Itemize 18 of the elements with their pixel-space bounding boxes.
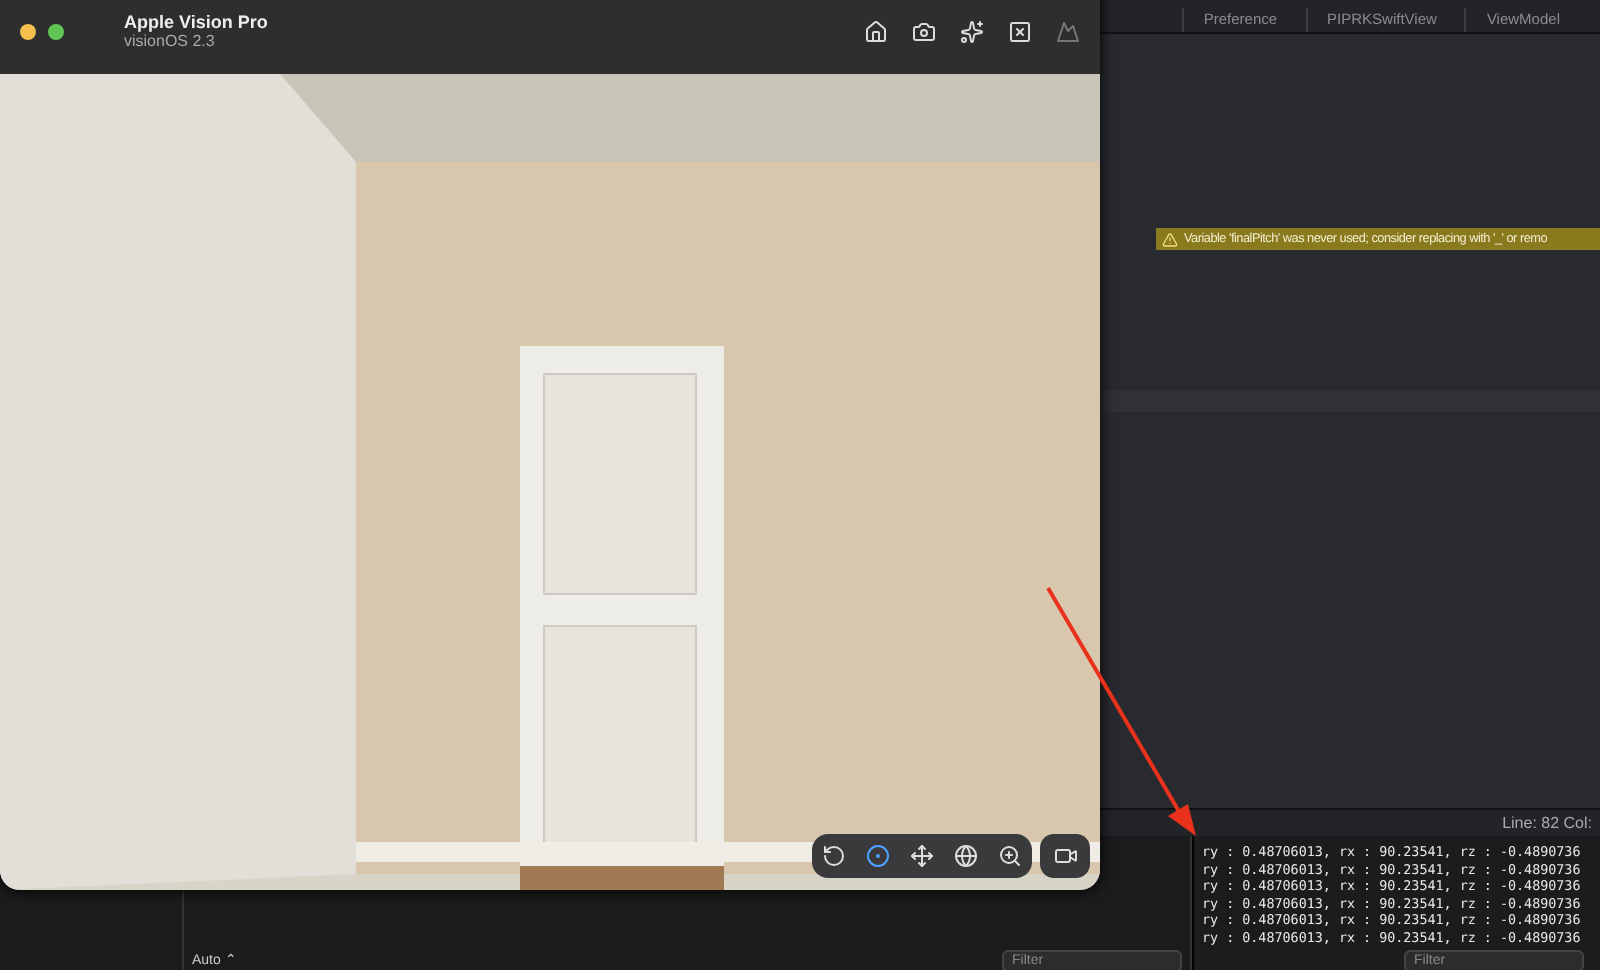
- rotate-icon[interactable]: [822, 844, 846, 868]
- move-icon[interactable]: [910, 844, 934, 868]
- camera-icon[interactable]: [912, 19, 936, 43]
- interact-icon[interactable]: [866, 844, 890, 868]
- os-version: visionOS 2.3: [124, 32, 217, 50]
- home-icon[interactable]: [864, 19, 888, 43]
- video-icon: [1053, 844, 1077, 868]
- device-name: Apple Vision Pro: [124, 12, 268, 32]
- sparkle-icon[interactable]: [960, 19, 984, 43]
- orbit-icon[interactable]: [954, 844, 978, 868]
- zoom-icon[interactable]: [998, 844, 1022, 868]
- zoom-button[interactable]: [48, 23, 64, 39]
- minimize-button[interactable]: [20, 23, 36, 39]
- record-button[interactable]: [1040, 834, 1090, 878]
- warning-icon: [1162, 231, 1178, 247]
- close-icon[interactable]: [1008, 19, 1032, 43]
- mountain-icon[interactable]: [1056, 19, 1080, 43]
- cursor-position: Line: 82 Col:: [1502, 814, 1592, 832]
